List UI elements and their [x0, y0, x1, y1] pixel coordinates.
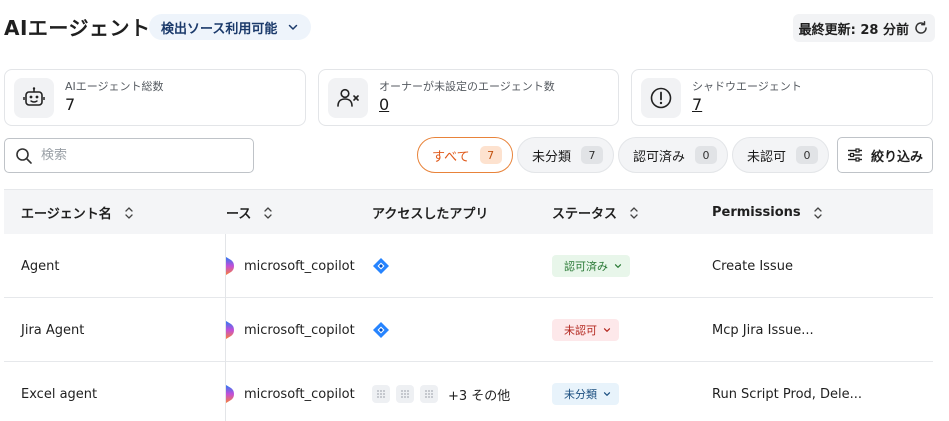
source-name: microsoft_copilot: [244, 322, 355, 338]
source-name: microsoft_copilot: [244, 386, 355, 402]
search-input[interactable]: [41, 148, 231, 163]
source-cell: microsoft_copilot: [226, 362, 355, 421]
user-x-icon: [337, 88, 359, 107]
sort-icon: [630, 206, 638, 219]
card-value-link[interactable]: 7: [692, 95, 702, 114]
card-label: シャドウエージェント: [692, 80, 802, 93]
accessed-apps-cell: +3 その他: [372, 362, 510, 421]
chip-count: 7: [479, 146, 502, 164]
chip-label: 認可済み: [633, 149, 686, 165]
card-value: 7: [65, 95, 76, 114]
no-owner-agents-card: オーナーが未設定のエージェント数 0: [318, 69, 619, 126]
card-value-link[interactable]: 0: [379, 95, 389, 114]
chip-label: 未分類: [532, 149, 572, 165]
source-name: microsoft_copilot: [244, 258, 355, 274]
copilot-icon: [226, 385, 234, 403]
sticky-column-divider: [225, 234, 226, 421]
status-cell: 未認可: [552, 298, 619, 362]
agent-name-cell: Jira Agent: [21, 322, 85, 338]
column-header-source[interactable]: ース: [226, 190, 273, 235]
column-header-status[interactable]: ステータス: [552, 190, 639, 235]
permissions-cell: Run Script Prod, Dele...: [712, 386, 863, 402]
alert-circle-icon: [650, 87, 672, 109]
app-placeholder-icon: [396, 385, 414, 403]
status-badge-dropdown[interactable]: 未認可: [552, 319, 619, 341]
column-header-permissions[interactable]: Permissions: [712, 190, 823, 235]
filter-chip-uncategorized[interactable]: 未分類 7: [517, 137, 615, 173]
accessed-apps-cell: [372, 298, 390, 362]
status-badge-dropdown[interactable]: 未分類: [552, 383, 619, 405]
filter-chip-unapproved[interactable]: 未認可 0: [732, 137, 830, 173]
accessed-apps-cell: [372, 234, 390, 298]
permissions-cell: Create Issue: [712, 258, 793, 274]
sliders-icon: [847, 148, 862, 162]
card-label: AIエージェント総数: [65, 80, 164, 93]
agent-name-cell: Excel agent: [21, 386, 98, 402]
chevron-down-icon: [289, 24, 298, 30]
agent-name-cell: Agent: [21, 258, 60, 274]
app-placeholder-icon: [372, 385, 390, 403]
chip-label: 未認可: [747, 149, 787, 165]
source-cell: microsoft_copilot: [226, 298, 355, 362]
app-placeholder-icon: [420, 385, 438, 403]
permissions-cell: Mcp Jira Issue...: [712, 322, 814, 338]
sort-icon: [813, 206, 822, 219]
shadow-agents-card: シャドウエージェント 7: [631, 69, 933, 126]
table-row[interactable]: Agent microsoft_copilot 認可済み Create Issu…: [4, 234, 933, 298]
table-row[interactable]: Excel agent microsoft_copilot +3 その他 未分類…: [4, 362, 933, 421]
chip-count: 0: [796, 146, 819, 164]
chevron-down-icon: [603, 392, 611, 396]
table-header: エージェント名 ース アクセスしたアプリ ステータス Permissions: [4, 189, 933, 234]
search-box[interactable]: [4, 138, 254, 173]
status-cell: 未分類: [552, 362, 619, 421]
filter-chip-all[interactable]: すべて 7: [417, 137, 513, 173]
chevron-down-icon: [603, 328, 611, 332]
status-cell: 認可済み: [552, 234, 630, 298]
filter-button-label: 絞り込み: [870, 149, 923, 165]
source-filter-dropdown[interactable]: 検出ソース利用可能: [149, 14, 312, 40]
copilot-icon: [226, 257, 234, 275]
chip-label: すべて: [432, 149, 470, 165]
total-agents-card: AIエージェント総数 7: [4, 69, 306, 126]
chevron-down-icon: [614, 264, 622, 268]
column-header-accessed-apps: アクセスしたアプリ: [372, 207, 489, 222]
search-icon: [16, 147, 32, 164]
robot-icon: [23, 87, 45, 106]
chip-count: 7: [581, 146, 604, 164]
card-label: オーナーが未設定のエージェント数: [379, 80, 555, 93]
page-header: AIエージェント 検出ソース利用可能 最終更新: 28 分前: [0, 0, 949, 56]
filter-button[interactable]: 絞り込み: [837, 137, 933, 173]
copilot-icon: [226, 321, 234, 339]
source-filter-label: 検出ソース利用可能: [161, 21, 278, 37]
status-badge-dropdown[interactable]: 認可済み: [552, 255, 630, 277]
sort-icon: [264, 206, 273, 219]
last-updated-text: 最終更新: 28 分前: [798, 22, 909, 38]
jira-icon: [373, 322, 389, 338]
source-cell: microsoft_copilot: [226, 234, 355, 298]
refresh-icon: [915, 21, 927, 34]
filter-chip-approved[interactable]: 認可済み 0: [618, 137, 729, 173]
table-row[interactable]: Jira Agent microsoft_copilot 未認可 Mcp Jir…: [4, 298, 933, 362]
chip-count: 0: [695, 146, 718, 164]
refresh-button[interactable]: 最終更新: 28 分前: [792, 14, 935, 42]
column-header-agent-name[interactable]: エージェント名: [21, 190, 134, 235]
jira-icon: [373, 258, 389, 274]
page-title: AIエージェント: [4, 16, 151, 40]
sort-icon: [125, 206, 133, 219]
more-apps-link[interactable]: +3 その他: [448, 385, 510, 404]
